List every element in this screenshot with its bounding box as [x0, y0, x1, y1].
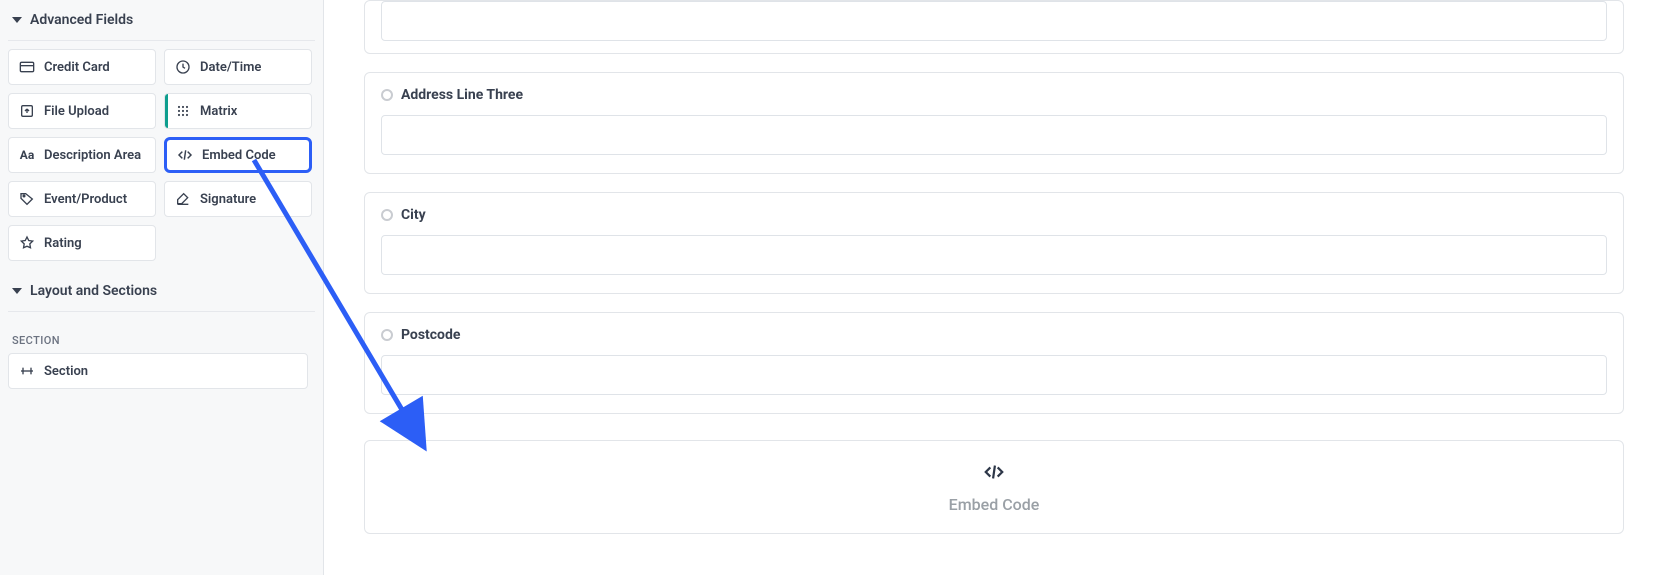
layout-sections-title: Layout and Sections: [30, 283, 157, 299]
field-section[interactable]: Section: [8, 353, 308, 389]
advanced-fields-title: Advanced Fields: [30, 12, 133, 28]
field-event-product[interactable]: Event/Product: [8, 181, 156, 217]
code-icon: [983, 461, 1005, 487]
required-toggle-icon: [381, 209, 393, 221]
layout-sections-header[interactable]: Layout and Sections: [8, 277, 315, 307]
form-field-prev[interactable]: [364, 0, 1624, 54]
field-label: Credit Card: [44, 60, 110, 75]
field-label: Description Area: [44, 148, 141, 163]
advanced-fields-header[interactable]: Advanced Fields: [8, 6, 315, 36]
field-label: Matrix: [200, 104, 237, 119]
form-canvas: Address Line Three City Postcode Embed C…: [324, 0, 1672, 534]
text-aa-icon: Aa: [19, 147, 35, 163]
field-file-upload[interactable]: File Upload: [8, 93, 156, 129]
matrix-icon: [175, 103, 191, 119]
star-icon: [19, 235, 35, 251]
field-label: Event/Product: [44, 192, 127, 207]
sidebar: Advanced Fields Credit Card Date/Time Fi…: [0, 0, 324, 575]
field-rating[interactable]: Rating: [8, 225, 156, 261]
text-input[interactable]: [381, 1, 1607, 41]
form-field-address-three[interactable]: Address Line Three: [364, 72, 1624, 174]
field-label: Embed Code: [202, 148, 276, 163]
field-label: Rating: [44, 236, 82, 251]
embed-code-placeholder[interactable]: Embed Code: [364, 440, 1624, 534]
field-label: Address Line Three: [401, 87, 523, 103]
clock-icon: [175, 59, 191, 75]
credit-card-icon: [19, 59, 35, 75]
divider: [8, 40, 315, 41]
field-embed-code[interactable]: Embed Code: [164, 137, 312, 173]
field-label: City: [401, 207, 426, 223]
required-toggle-icon: [381, 329, 393, 341]
form-field-postcode[interactable]: Postcode: [364, 312, 1624, 414]
field-date-time[interactable]: Date/Time: [164, 49, 312, 85]
field-label: Signature: [200, 192, 256, 207]
field-signature[interactable]: Signature: [164, 181, 312, 217]
field-label: Postcode: [401, 327, 460, 343]
advanced-fields-grid: Credit Card Date/Time File Upload Matrix…: [8, 49, 315, 261]
field-label: File Upload: [44, 104, 109, 119]
required-toggle-icon: [381, 89, 393, 101]
section-icon: [19, 363, 35, 379]
upload-icon: [19, 103, 35, 119]
city-input[interactable]: [381, 235, 1607, 275]
form-field-city[interactable]: City: [364, 192, 1624, 294]
field-matrix[interactable]: Matrix: [164, 93, 312, 129]
divider: [8, 311, 315, 312]
field-label: Date/Time: [200, 60, 261, 75]
code-icon: [177, 147, 193, 163]
address-three-input[interactable]: [381, 115, 1607, 155]
field-description-area[interactable]: Aa Description Area: [8, 137, 156, 173]
field-credit-card[interactable]: Credit Card: [8, 49, 156, 85]
caret-down-icon: [12, 17, 22, 23]
caret-down-icon: [12, 288, 22, 294]
section-group-label: SECTION: [8, 320, 315, 353]
postcode-input[interactable]: [381, 355, 1607, 395]
signature-icon: [175, 191, 191, 207]
tag-icon: [19, 191, 35, 207]
field-label: Section: [44, 364, 88, 379]
embed-label: Embed Code: [949, 495, 1040, 514]
